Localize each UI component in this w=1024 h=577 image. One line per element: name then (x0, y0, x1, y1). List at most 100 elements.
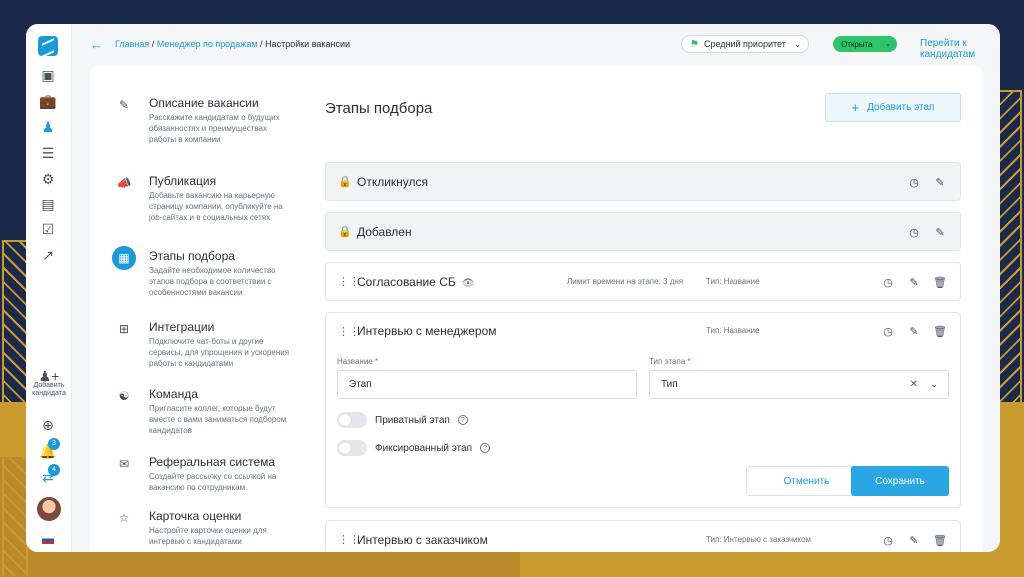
page-title: Этапы подбора (325, 100, 433, 117)
help-icon[interactable]: ? (480, 443, 491, 453)
priority-value: Средний приоритет (703, 39, 786, 49)
edit-icon[interactable]: ✎ (906, 274, 922, 290)
stage-name-input[interactable]: Этап (337, 370, 637, 399)
clock-icon[interactable]: ◷ (880, 274, 896, 290)
name-field-label: Название * (337, 357, 378, 366)
cancel-button[interactable]: Отменить (746, 466, 867, 496)
integrations-icon: ⊞ (118, 322, 130, 336)
checklist-icon[interactable]: ☑ (39, 220, 57, 238)
breadcrumb-home[interactable]: Главная (115, 39, 149, 49)
analytics-icon[interactable]: ↗ (39, 246, 57, 264)
briefcase-icon[interactable]: 💼 (39, 92, 57, 110)
toggle-switch[interactable] (337, 440, 367, 456)
breadcrumb-vacancy[interactable]: Менеджер по продажам (157, 39, 258, 49)
nav-title: Интеграции (149, 320, 215, 334)
nav-description-text: Задайте необходимое количество этапов по… (149, 266, 276, 297)
plus-circle-icon[interactable]: ⊕ (39, 416, 57, 434)
help-icon[interactable]: ? (457, 415, 468, 425)
clock-icon[interactable]: ◷ (880, 323, 896, 339)
breadcrumb-separator: / (151, 39, 155, 49)
nav-description-text: Пригласите коллег, которые будут вместе … (149, 404, 287, 435)
messages-badge: 4 (48, 464, 60, 476)
candidates-icon[interactable]: ♟ (39, 118, 57, 136)
status-select[interactable]: Открыта ⌄ (833, 36, 897, 52)
type-field-label: Тип этапа * (649, 357, 691, 366)
stage-name: Добавлен (357, 225, 412, 239)
nav-title: Этапы подбора (149, 249, 235, 263)
nav-team[interactable]: ☯ Команда Пригласите коллег, которые буд… (112, 384, 292, 435)
chevron-down-icon: ⌄ (794, 39, 801, 49)
documents-icon[interactable]: ▣ (39, 66, 57, 84)
add-candidate-label: Добавить кандидата (32, 382, 66, 397)
stages-icon: ▦ (112, 246, 136, 270)
nav-description-text: Добавьте вакансию на карьерную страницу … (149, 191, 283, 222)
required-mark: * (374, 357, 379, 366)
stage-row[interactable]: 🔒 Добавлен ◷ ✎ (325, 212, 961, 251)
trash-icon[interactable]: 🗑 (932, 323, 948, 339)
edit-icon[interactable]: ✎ (932, 224, 948, 240)
fixed-stage-label: Фиксированный этап (375, 442, 473, 454)
clock-icon[interactable]: ◷ (906, 224, 922, 240)
stage-type-value: Тип (661, 379, 678, 390)
fixed-stage-toggle[interactable]: Фиксированный этап ? (337, 439, 491, 457)
save-button[interactable]: Сохранить (851, 466, 949, 496)
chevron-down-icon: ⌄ (885, 41, 891, 48)
avatar[interactable] (37, 497, 61, 521)
nav-title: Описание вакансии (149, 96, 259, 110)
nav-stages[interactable]: ▦ Этапы подбора Задайте необходимое коли… (112, 246, 292, 306)
trash-icon[interactable]: 🗑 (932, 532, 948, 548)
breadcrumb-separator: / (260, 39, 263, 49)
type-label-text: Тип этапа (649, 357, 686, 366)
nav-scorecard[interactable]: ☆ Карточка оценки Настройте карточки оце… (112, 506, 292, 546)
name-label-text: Название (337, 357, 373, 366)
stage-name: Согласование СБ 👁 (357, 275, 474, 289)
stage-time-limit: Лимит времени на этапе: 3 дня (567, 277, 684, 286)
clock-icon[interactable]: ◷ (906, 174, 922, 190)
add-stage-button[interactable]: + Добавить этап (825, 93, 961, 122)
star-icon: ☆ (118, 511, 130, 525)
add-candidate-button[interactable]: ♟+ Добавить кандидата (26, 369, 72, 398)
nav-description-text: Подключите чат-боты и другие сервисы, дл… (149, 337, 290, 368)
clock-icon[interactable]: ◷ (880, 532, 896, 548)
stage-row[interactable]: ⋮⋮ Согласование СБ 👁 Лимит времени на эта… (325, 262, 961, 301)
stage-name: Откликнулся (357, 175, 429, 189)
stage-type: Тип: Название (706, 277, 760, 286)
stage-type-select[interactable]: Тип ✕ ⌄ (649, 370, 949, 399)
flag-icon: ⚑ (690, 38, 699, 50)
nav-integrations[interactable]: ⊞ Интеграции Подключите чат-боты и други… (112, 317, 292, 368)
settings-cycle-icon[interactable]: ⚙ (39, 170, 57, 188)
edit-icon[interactable]: ✎ (932, 174, 948, 190)
lock-icon: 🔒 (338, 176, 352, 188)
priority-select[interactable]: ⚑ Средний приоритет ⌄ (681, 35, 809, 53)
edit-icon[interactable]: ✎ (906, 532, 922, 548)
left-rail: ▣ 💼 ♟ ☰ ⚙ ▤ ☑ ↗ ♟+ Добавить кандидата ⊕ … (26, 24, 72, 552)
calendar-icon[interactable]: ▤ (39, 195, 57, 213)
stage-row[interactable]: ⋮⋮ Интервью с заказчиком Тип: Интервью с… (325, 520, 961, 552)
edit-icon[interactable]: ✎ (906, 323, 922, 339)
nav-referral[interactable]: ✉ Реферальная система Создайте рассылку … (112, 452, 292, 492)
goto-candidates-link[interactable]: Перейти к кандидатам (920, 38, 1000, 60)
stage-row[interactable]: 🔒 Откликнулся ◷ ✎ (325, 162, 961, 201)
settings-card: ✎ Описание вакансии Расскажите кандидата… (90, 66, 983, 552)
nav-description-text: Настройте карточки оценки для интервью с… (149, 526, 267, 546)
nav-publication[interactable]: 📣 Публикация Добавьте вакансию на карьер… (112, 171, 292, 231)
nav-title: Команда (149, 387, 198, 401)
stage-name: Интервью с заказчиком (357, 533, 488, 547)
private-stage-toggle[interactable]: Приватный этап ? (337, 411, 468, 429)
app-logo[interactable] (38, 36, 58, 56)
notifications-badge: 3 (48, 438, 60, 450)
nav-title: Публикация (149, 174, 217, 188)
chevron-down-icon[interactable]: ⌄ (930, 379, 938, 390)
notes-icon[interactable]: ☰ (39, 144, 57, 162)
toggle-switch[interactable] (337, 412, 367, 428)
plus-icon: + (851, 100, 860, 115)
crane-left-decoration (2, 240, 28, 577)
back-arrow-icon[interactable]: ← (90, 37, 103, 52)
nav-description-text: Расскажите кандидатам о будущих обязанно… (149, 113, 280, 144)
language-flag-icon[interactable] (42, 536, 54, 544)
team-icon: ☯ (118, 389, 130, 403)
clear-icon[interactable]: ✕ (910, 379, 918, 390)
status-value: Открыта (841, 39, 873, 49)
trash-icon[interactable]: 🗑 (932, 274, 948, 290)
nav-description[interactable]: ✎ Описание вакансии Расскажите кандидата… (112, 93, 292, 153)
